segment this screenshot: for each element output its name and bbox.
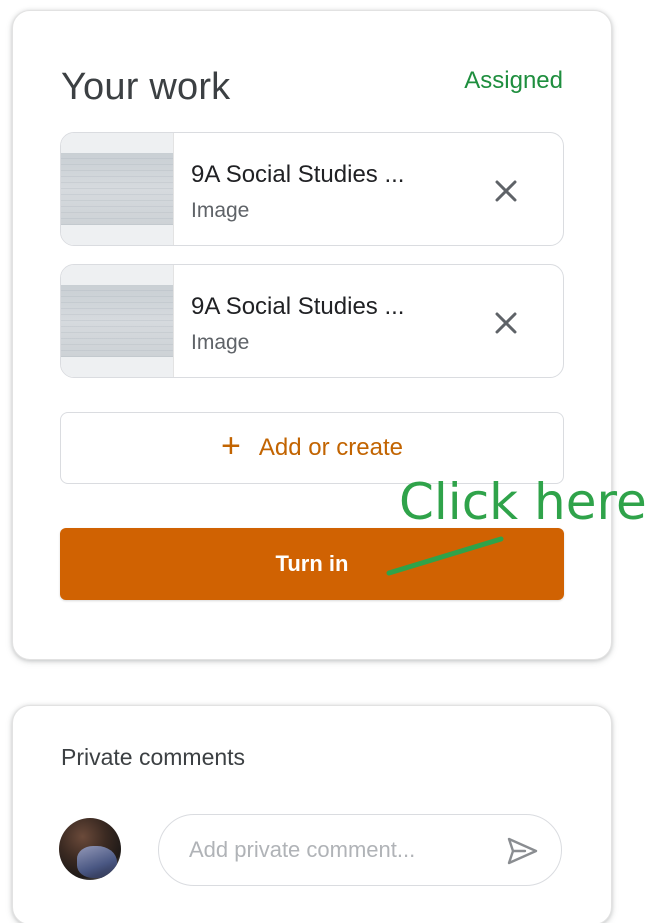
remove-attachment-button[interactable] <box>486 171 526 211</box>
attachment-item[interactable]: 9A Social Studies ... Image <box>60 132 564 246</box>
attachment-title: 9A Social Studies ... <box>191 161 405 188</box>
attachment-thumbnail <box>61 133 174 245</box>
private-comment-input[interactable] <box>189 835 479 865</box>
attachment-item[interactable]: 9A Social Studies ... Image <box>60 264 564 378</box>
remove-attachment-button[interactable] <box>486 303 526 343</box>
attachment-image <box>61 153 173 225</box>
send-comment-button[interactable] <box>503 832 541 870</box>
send-icon <box>507 837 538 865</box>
turn-in-label: Turn in <box>275 551 349 576</box>
close-icon <box>495 180 517 202</box>
add-or-create-label: Add or create <box>258 434 403 461</box>
close-icon <box>495 312 517 334</box>
attachment-type: Image <box>191 199 250 222</box>
your-work-title: Your work <box>61 66 231 108</box>
attachment-image <box>61 285 173 357</box>
attachment-type: Image <box>191 331 250 354</box>
avatar <box>59 818 121 880</box>
private-comments-title: Private comments <box>61 744 246 770</box>
attachment-thumbnail <box>61 265 174 377</box>
avatar-image <box>77 846 117 878</box>
attachment-title: 9A Social Studies ... <box>191 293 405 320</box>
private-comment-field[interactable] <box>158 814 562 886</box>
private-comments-card: Private comments <box>12 705 612 923</box>
status-badge: Assigned <box>464 67 563 94</box>
your-work-card: Your work Assigned 9A Social Studies ...… <box>12 10 647 660</box>
plus-icon: + <box>221 427 241 465</box>
annotation-arrow <box>383 529 513 585</box>
page: Your work Assigned 9A Social Studies ...… <box>0 0 662 923</box>
click-here-annotation: Click here <box>399 473 647 531</box>
arrow-line-icon <box>386 536 504 576</box>
